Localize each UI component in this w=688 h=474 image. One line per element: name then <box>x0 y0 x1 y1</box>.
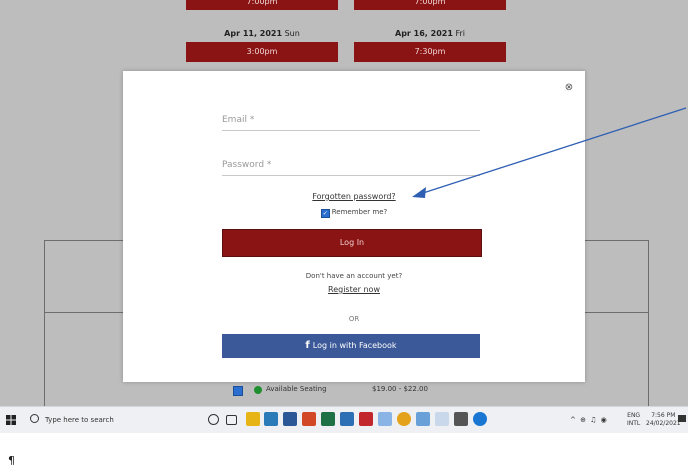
calculator-icon[interactable] <box>454 412 468 426</box>
app-icon[interactable] <box>321 412 335 426</box>
word-icon[interactable] <box>283 412 297 426</box>
app-icon[interactable] <box>435 412 449 426</box>
search-icon <box>30 414 39 423</box>
lang-label: ENG <box>627 412 641 419</box>
app-icon[interactable] <box>302 412 316 426</box>
windows-start-icon[interactable] <box>6 415 16 425</box>
app-icon[interactable] <box>416 412 430 426</box>
annotation-arrow <box>412 107 687 198</box>
arrow-line <box>419 107 687 195</box>
pilcrow-mark: ¶ <box>8 454 15 467</box>
tray-lang[interactable]: ENG INTL <box>627 412 640 428</box>
app-icon[interactable] <box>264 412 278 426</box>
app-icon[interactable] <box>359 412 373 426</box>
app-icon[interactable] <box>473 412 487 426</box>
system-tray: ^ ⊕ ♫ ◉ ENG INTL 7:56 PM 24/02/2021 <box>570 411 688 429</box>
cortana-icon[interactable] <box>208 414 219 425</box>
file-explorer-icon[interactable] <box>246 412 260 426</box>
clock-time: 7:56 PM <box>651 412 676 419</box>
webpage-screenshot: 7:00pm 7:00pm Apr 11, 2021 Sun 3:00pm Ap… <box>0 0 688 406</box>
arrow-head <box>412 187 426 198</box>
chrome-icon[interactable] <box>397 412 411 426</box>
notification-icon[interactable] <box>678 415 686 422</box>
taskbar: Type here to search ^ ⊕ ♫ ◉ ENG INTL 7:56… <box>0 406 688 433</box>
tray-icons[interactable]: ^ ⊕ ♫ ◉ <box>570 416 608 424</box>
clock-date: 24/02/2021 <box>646 420 681 427</box>
taskbar-search[interactable]: Type here to search <box>30 412 180 428</box>
region-label: INTL <box>627 420 641 427</box>
app-icon[interactable] <box>340 412 354 426</box>
app-icon[interactable] <box>378 412 392 426</box>
task-view-icon[interactable] <box>226 415 237 425</box>
tray-clock[interactable]: 7:56 PM 24/02/2021 <box>646 412 681 428</box>
search-placeholder: Type here to search <box>45 416 114 424</box>
